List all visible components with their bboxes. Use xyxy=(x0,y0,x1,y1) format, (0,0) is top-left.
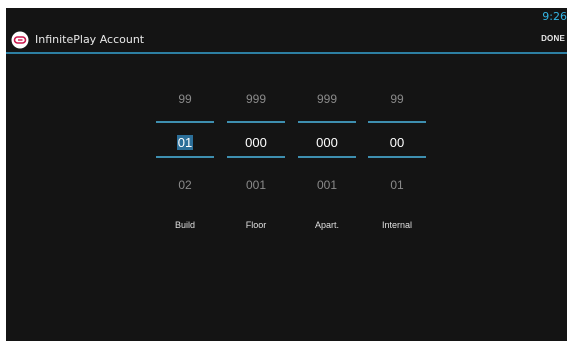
internal-prev-value[interactable]: 99 xyxy=(368,92,426,106)
internal-next-value[interactable]: 01 xyxy=(368,178,426,192)
apartment-prev-value[interactable]: 999 xyxy=(298,92,356,106)
internal-label: Internal xyxy=(381,220,413,230)
picker-divider xyxy=(227,156,285,158)
floor-next-value[interactable]: 001 xyxy=(227,178,285,192)
status-bar: 9:26 xyxy=(6,8,567,28)
picker-divider xyxy=(156,121,214,123)
apartment-next-value[interactable]: 001 xyxy=(298,178,356,192)
picker-divider xyxy=(298,121,356,123)
done-button[interactable]: DONE xyxy=(541,34,565,43)
floor-current-value[interactable]: 000 xyxy=(227,135,285,150)
picker-divider xyxy=(156,156,214,158)
apartment-picker[interactable]: 999 000 001 Apart. xyxy=(298,86,356,236)
action-bar: InfinitePlay Account DONE xyxy=(6,28,567,54)
build-current-value[interactable]: 01 xyxy=(156,135,214,150)
app-screen: 9:26 InfinitePlay Account DONE 99 01 02 … xyxy=(6,8,567,341)
apartment-current-value[interactable]: 000 xyxy=(298,135,356,150)
build-label: Build xyxy=(174,220,195,230)
floor-prev-value[interactable]: 999 xyxy=(227,92,285,106)
internal-picker[interactable]: 99 00 01 Internal xyxy=(368,86,426,236)
picker-divider xyxy=(298,156,356,158)
build-value-selection[interactable]: 01 xyxy=(176,135,194,150)
floor-picker[interactable]: 999 000 001 Floor xyxy=(227,86,285,236)
picker-divider xyxy=(368,121,426,123)
app-title: InfinitePlay Account xyxy=(35,33,145,46)
picker-divider xyxy=(227,121,285,123)
apartment-label: Apart. xyxy=(314,220,339,230)
build-prev-value[interactable]: 99 xyxy=(156,92,214,106)
infiniteplay-logo-icon xyxy=(11,31,29,49)
build-picker[interactable]: 99 01 02 Build xyxy=(156,86,214,236)
picker-divider xyxy=(368,156,426,158)
status-time: 9:26 xyxy=(542,10,567,23)
build-next-value[interactable]: 02 xyxy=(156,178,214,192)
floor-label: Floor xyxy=(245,220,267,230)
internal-current-value[interactable]: 00 xyxy=(368,135,426,150)
